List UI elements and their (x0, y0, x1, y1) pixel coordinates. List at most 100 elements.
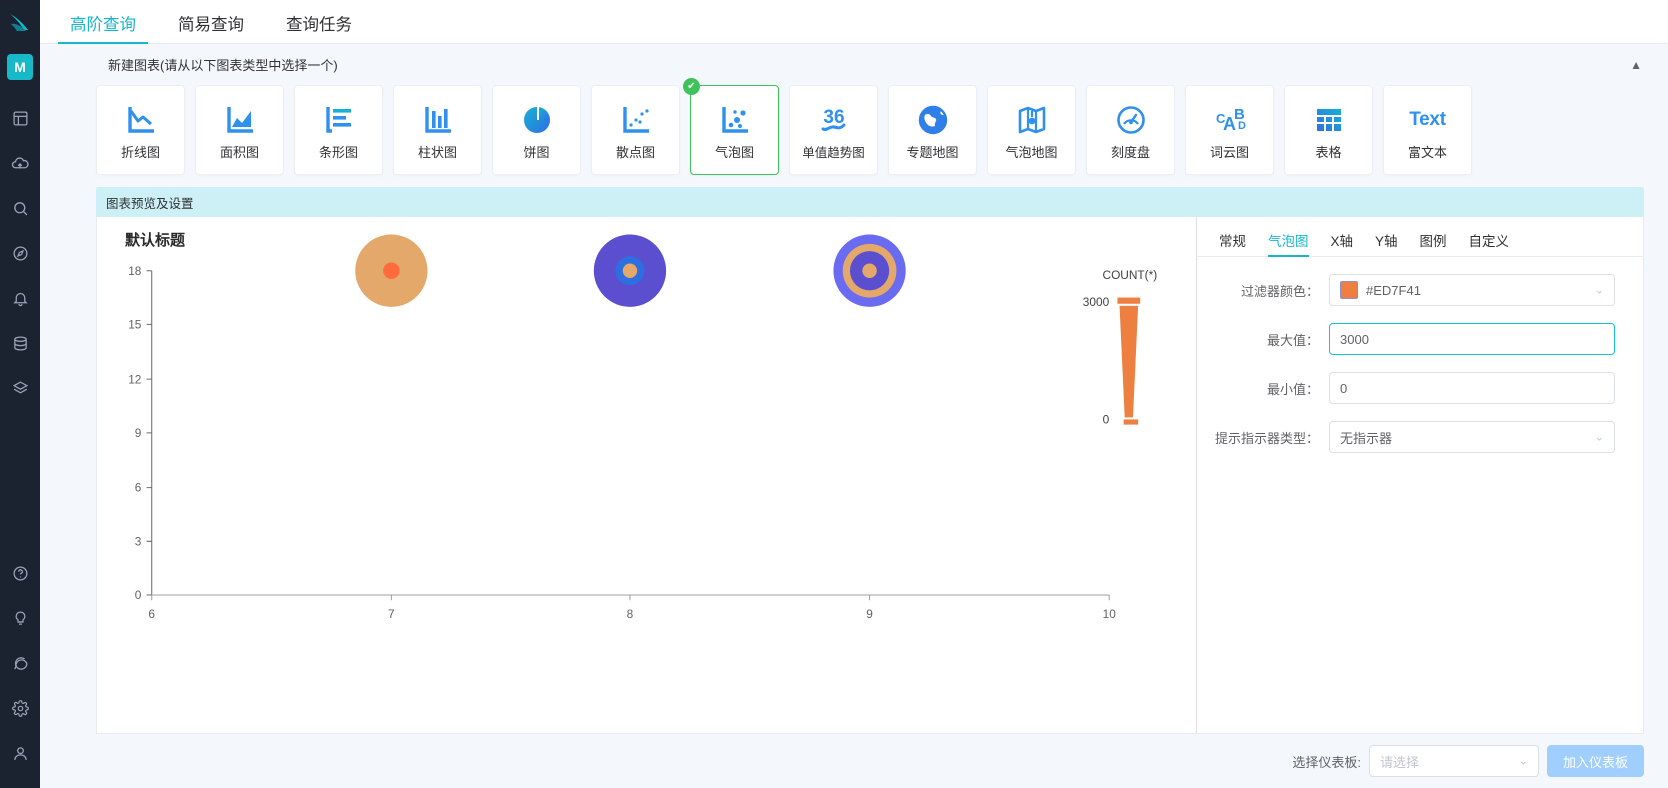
tab-query-tasks[interactable]: 查询任务 (274, 16, 364, 44)
single-value-trend-icon: 36 (814, 100, 854, 140)
min-value-label: 最小值： (1266, 381, 1319, 397)
chart-type-label: 饼图 (523, 144, 550, 160)
dashboard-icon[interactable] (0, 96, 40, 141)
bell-icon[interactable] (0, 276, 40, 321)
bubble-chart-icon (718, 100, 752, 140)
chart-type-bubble[interactable]: ✔ 气泡图 (683, 78, 779, 175)
cloud-upload-icon[interactable] (0, 141, 40, 186)
compass-icon[interactable] (0, 231, 40, 276)
bubble-chart-svg: 18 15 12 9 6 3 0 6 7 8 9 10 COUNT(*) 300… (128, 234, 1157, 621)
chart-type-label: 柱状图 (417, 144, 457, 160)
dashboard-select[interactable]: 请选择 ⌄ (1368, 745, 1539, 777)
user-icon[interactable] (0, 731, 40, 776)
chart-type-bubble-map[interactable]: 气泡地图 (987, 85, 1076, 175)
min-value-input[interactable]: 0 (1329, 372, 1615, 404)
chart-type-word-cloud[interactable]: C A B D 词云图 (1185, 85, 1274, 175)
layers-icon[interactable] (0, 366, 40, 411)
max-value-label: 最大值： (1266, 332, 1319, 348)
bubble-map-icon (1015, 100, 1049, 140)
chart-legend: COUNT(*) 3000 0 (1083, 268, 1157, 427)
settings-tab-bubble[interactable]: 气泡图 (1268, 234, 1309, 257)
add-to-dashboard-button[interactable]: 加入仪表板 (1546, 745, 1644, 777)
chevron-down-icon[interactable]: ⌄ (1595, 431, 1604, 444)
chart-type-column[interactable]: 柱状图 (393, 85, 482, 175)
dashboard-select-placeholder: 请选择 (1379, 754, 1419, 770)
chart-type-thematic-map[interactable]: 专题地图 (888, 85, 977, 175)
chevron-down-icon[interactable]: ⌄ (1595, 284, 1604, 297)
svg-text:9: 9 (866, 607, 873, 621)
chart-type-label: 富文本 (1407, 144, 1447, 160)
globe-map-icon (916, 100, 950, 140)
chevron-up-icon[interactable]: ▲ (1630, 59, 1642, 71)
chart-type-label: 表格 (1315, 144, 1342, 160)
svg-text:6: 6 (148, 607, 155, 621)
tab-simple-query[interactable]: 简易查询 (166, 16, 256, 44)
bubble-point (833, 234, 906, 307)
settings-tab-xaxis[interactable]: X轴 (1331, 234, 1354, 257)
preview-section-header: 图表预览及设置 (96, 187, 1644, 217)
chart-type-label: 单值趋势图 (802, 145, 865, 160)
area-chart-icon (223, 100, 257, 140)
chart-type-rich-text[interactable]: Text 富文本 (1383, 85, 1472, 175)
chart-type-table[interactable]: 表格 (1284, 85, 1373, 175)
color-swatch (1340, 281, 1358, 299)
filter-color-label: 过滤器颜色： (1240, 283, 1319, 299)
chart-type-area[interactable]: 面积图 (195, 85, 284, 175)
legend-title: COUNT(*) (1103, 268, 1158, 282)
legend-min-label: 0 (1103, 413, 1110, 427)
top-tab-bar: 高阶查询 简易查询 查询任务 (40, 0, 1668, 44)
search-icon[interactable] (0, 186, 40, 231)
rich-text-glyph: Text (1409, 108, 1446, 130)
svg-text:12: 12 (128, 372, 141, 386)
svg-text:9: 9 (135, 426, 142, 440)
main-column: 高阶查询 简易查询 查询任务 新建图表(请从以下图表类型中选择一个) ▲ 折线图… (40, 0, 1668, 788)
filter-color-select[interactable]: #ED7F41 ⌄ (1329, 274, 1615, 306)
settings-tab-legend[interactable]: 图例 (1420, 234, 1447, 257)
chart-type-label: 气泡地图 (1005, 144, 1058, 160)
y-tick-labels: 18 15 12 9 6 3 0 (128, 264, 142, 602)
column-chart-icon (421, 100, 455, 140)
chart-settings-pane: 常规 气泡图 X轴 Y轴 图例 自定义 过滤器颜色： #ED7F41 ⌄ 最大值… (1197, 217, 1643, 733)
gear-icon[interactable] (0, 686, 40, 731)
chart-type-label: 词云图 (1209, 144, 1249, 160)
field-max-value: 最大值： 3000 (1197, 323, 1643, 355)
chart-type-gallery: 折线图 面积图 条形图 柱状图 饼图 散点图 ✔ 气泡图 36 单值趋势图 专题… (40, 78, 1668, 187)
legend-cap-top (1117, 297, 1141, 304)
tooltip-type-value: 无指示器 (1340, 430, 1393, 446)
svg-text:15: 15 (128, 318, 142, 332)
svg-text:8: 8 (627, 607, 634, 621)
settings-tab-yaxis[interactable]: Y轴 (1375, 234, 1398, 257)
chart-type-label: 散点图 (615, 144, 655, 160)
legend-max-label: 3000 (1083, 295, 1110, 309)
user-avatar[interactable]: M (7, 54, 33, 80)
field-filter-color: 过滤器颜色： #ED7F41 ⌄ (1197, 274, 1643, 306)
database-icon[interactable] (0, 321, 40, 366)
svg-text:D: D (1238, 120, 1246, 132)
chart-type-scatter[interactable]: 散点图 (591, 85, 680, 175)
scatter-chart-icon (619, 100, 653, 140)
settings-tab-general[interactable]: 常规 (1219, 234, 1246, 257)
preview-body: 默认标题 18 15 12 9 6 3 0 6 7 8 9 10 COUNT(*… (96, 217, 1644, 734)
chart-type-gauge[interactable]: 刻度盘 (1086, 85, 1175, 175)
settings-tab-custom[interactable]: 自定义 (1469, 234, 1510, 257)
filter-color-value: #ED7F41 (1366, 282, 1421, 298)
chat-icon[interactable] (0, 641, 40, 686)
bubble-point (355, 234, 428, 307)
max-value-input[interactable]: 3000 (1329, 323, 1615, 355)
chart-type-pie[interactable]: 饼图 (492, 85, 581, 175)
chart-type-single-value-trend[interactable]: 36 单值趋势图 (789, 85, 878, 175)
tooltip-type-select[interactable]: 无指示器 ⌄ (1329, 421, 1615, 453)
svg-text:18: 18 (128, 264, 142, 278)
check-icon: ✔ (683, 78, 700, 95)
chart-type-label: 条形图 (318, 144, 358, 160)
bulb-icon[interactable] (0, 596, 40, 641)
help-icon[interactable] (0, 551, 40, 596)
chevron-down-icon[interactable]: ⌄ (1519, 755, 1528, 768)
tab-advanced-query[interactable]: 高阶查询 (58, 16, 148, 44)
chart-type-line[interactable]: 折线图 (96, 85, 185, 175)
chart-type-bar[interactable]: 条形图 (294, 85, 383, 175)
chart-axes (146, 270, 1110, 601)
gauge-icon (1114, 100, 1148, 140)
tooltip-type-label: 提示指示器类型： (1214, 430, 1319, 446)
chart-type-label: 专题地图 (906, 144, 959, 160)
